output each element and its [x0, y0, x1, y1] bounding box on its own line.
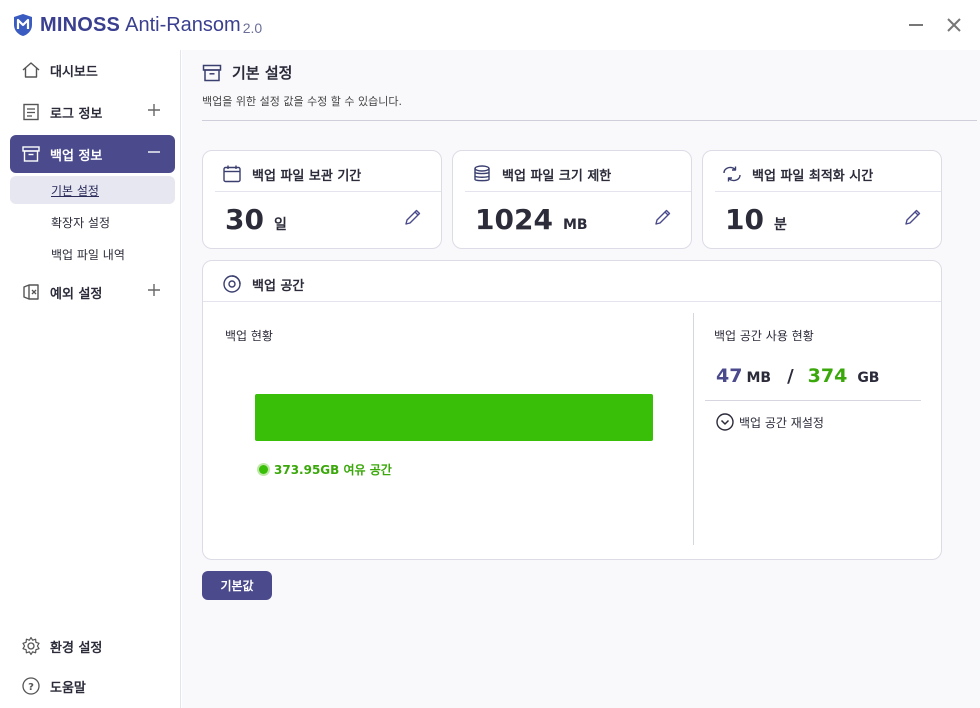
card-value: 30 일 [225, 203, 287, 236]
calendar-icon [221, 163, 243, 185]
card-value: 10 분 [725, 203, 787, 236]
sidebar-item-backup[interactable]: 백업 정보 [10, 135, 175, 173]
minimize-icon [909, 24, 923, 26]
main-content: 기본 설정 백업을 위한 설정 값을 수정 할 수 있습니다. 백업 파일 보관… [182, 50, 980, 708]
disk-icon [221, 273, 243, 295]
edit-pencil-icon[interactable] [903, 207, 923, 227]
page-header: 기본 설정 [202, 62, 292, 83]
sidebar-item-label: 도움말 [50, 680, 86, 696]
used-unit: MB [746, 370, 772, 386]
vertical-divider [693, 313, 694, 545]
page-description: 백업을 위한 설정 값을 수정 할 수 있습니다. [202, 95, 403, 108]
app-brand: MINOSS [40, 13, 121, 36]
card-header: 백업 파일 크기 제한 [471, 163, 611, 185]
retention-value: 30 [225, 203, 264, 236]
backup-status-label: 백업 현황 [225, 329, 273, 343]
card-header: 백업 파일 최적화 시간 [721, 163, 873, 185]
total-value: 374 [807, 365, 848, 387]
free-space-note: 373.95GB 여유 공간 [259, 461, 392, 478]
optimization-time-card: 백업 파일 최적화 시간 10 분 [702, 150, 942, 249]
usage-separator: / [787, 366, 794, 387]
usage-divider [705, 400, 921, 401]
sidebar-item-log[interactable]: 로그 정보 [10, 93, 175, 131]
plus-icon[interactable] [147, 283, 161, 297]
svg-text:?: ? [28, 682, 34, 693]
log-icon [20, 101, 42, 123]
size-limit-value: 1024 [475, 203, 553, 236]
card-title: 백업 공간 [252, 278, 305, 294]
retention-unit: 일 [273, 217, 287, 233]
sidebar-item-exception[interactable]: 예외 설정 [10, 273, 175, 311]
header-divider [202, 120, 977, 121]
help-icon: ? [20, 675, 42, 697]
size-limit-card: 백업 파일 크기 제한 1024 MB [452, 150, 692, 249]
retention-period-card: 백업 파일 보관 기간 30 일 [202, 150, 442, 249]
card-divider [715, 191, 941, 192]
app-product: Anti-Ransom [125, 13, 241, 36]
sidebar-item-environment-settings[interactable]: 환경 설정 [10, 627, 175, 665]
card-title: 백업 파일 보관 기간 [252, 168, 362, 184]
sync-icon [721, 163, 743, 185]
used-value: 47 [716, 365, 743, 387]
size-limit-unit: MB [562, 217, 588, 233]
chevron-down-circle-icon [716, 413, 734, 431]
optimization-value: 10 [725, 203, 764, 236]
app-logo: MINOSS Anti-Ransom 2.0 [12, 13, 262, 37]
total-unit: GB [857, 370, 880, 386]
plus-icon[interactable] [147, 103, 161, 117]
sidebar-subitem-basic-settings[interactable]: 기본 설정 [10, 176, 175, 204]
title-bar: MINOSS Anti-Ransom 2.0 [0, 0, 980, 50]
backup-space-bar [255, 394, 653, 441]
card-header: 백업 공간 [221, 273, 304, 295]
exception-icon [20, 281, 42, 303]
database-icon [471, 163, 493, 185]
usage-label: 백업 공간 사용 현황 [714, 329, 814, 343]
sidebar-subitem-extension-settings[interactable]: 확장자 설정 [10, 208, 175, 236]
card-title: 백업 파일 최적화 시간 [752, 168, 874, 184]
sidebar-item-label: 예외 설정 [50, 286, 103, 302]
home-icon [20, 59, 42, 81]
sidebar-item-dashboard[interactable]: 대시보드 [10, 51, 175, 89]
backup-icon [202, 64, 222, 81]
backup-space-card: 백업 공간 백업 현황 373.95GB 여유 공간 백업 공간 사용 현황 4… [202, 260, 942, 560]
edit-pencil-icon[interactable] [653, 207, 673, 227]
edit-pencil-icon[interactable] [403, 207, 423, 227]
card-header: 백업 파일 보관 기간 [221, 163, 361, 185]
minus-icon[interactable] [147, 145, 161, 159]
minimize-button[interactable] [905, 14, 927, 36]
usage-summary: 47 MB / 374 GB [716, 365, 879, 387]
gear-icon [20, 635, 42, 657]
card-value: 1024 MB [475, 203, 588, 236]
close-button[interactable] [943, 14, 965, 36]
card-divider [465, 191, 691, 192]
backup-space-bar-fill [255, 394, 653, 441]
sidebar-subitem-backup-file-history[interactable]: 백업 파일 내역 [10, 240, 175, 268]
backup-icon [20, 143, 42, 165]
close-icon [947, 18, 961, 32]
default-button[interactable]: 기본값 [202, 571, 272, 600]
reset-label: 백업 공간 재설정 [739, 415, 824, 430]
reset-backup-space-button[interactable]: 백업 공간 재설정 [715, 412, 824, 432]
app-version: 2.0 [242, 20, 263, 36]
card-divider [203, 301, 941, 302]
shield-logo-icon [14, 14, 32, 36]
sidebar-item-label: 백업 정보 [50, 148, 103, 164]
sidebar-item-help[interactable]: ? 도움말 [10, 667, 175, 705]
sidebar-item-label: 대시보드 [50, 64, 98, 80]
sidebar-item-label: 환경 설정 [50, 640, 103, 656]
sidebar: 대시보드 로그 정보 백업 정보 기본 설정 확장자 설정 백업 파일 내역 예… [0, 50, 181, 708]
free-space-dot-icon [259, 465, 268, 474]
free-space-text: 373.95GB 여유 공간 [274, 463, 392, 477]
page-title: 기본 설정 [232, 64, 293, 82]
card-divider [215, 191, 441, 192]
sidebar-item-label: 로그 정보 [50, 106, 103, 122]
card-title: 백업 파일 크기 제한 [502, 168, 612, 184]
optimization-unit: 분 [773, 217, 787, 233]
